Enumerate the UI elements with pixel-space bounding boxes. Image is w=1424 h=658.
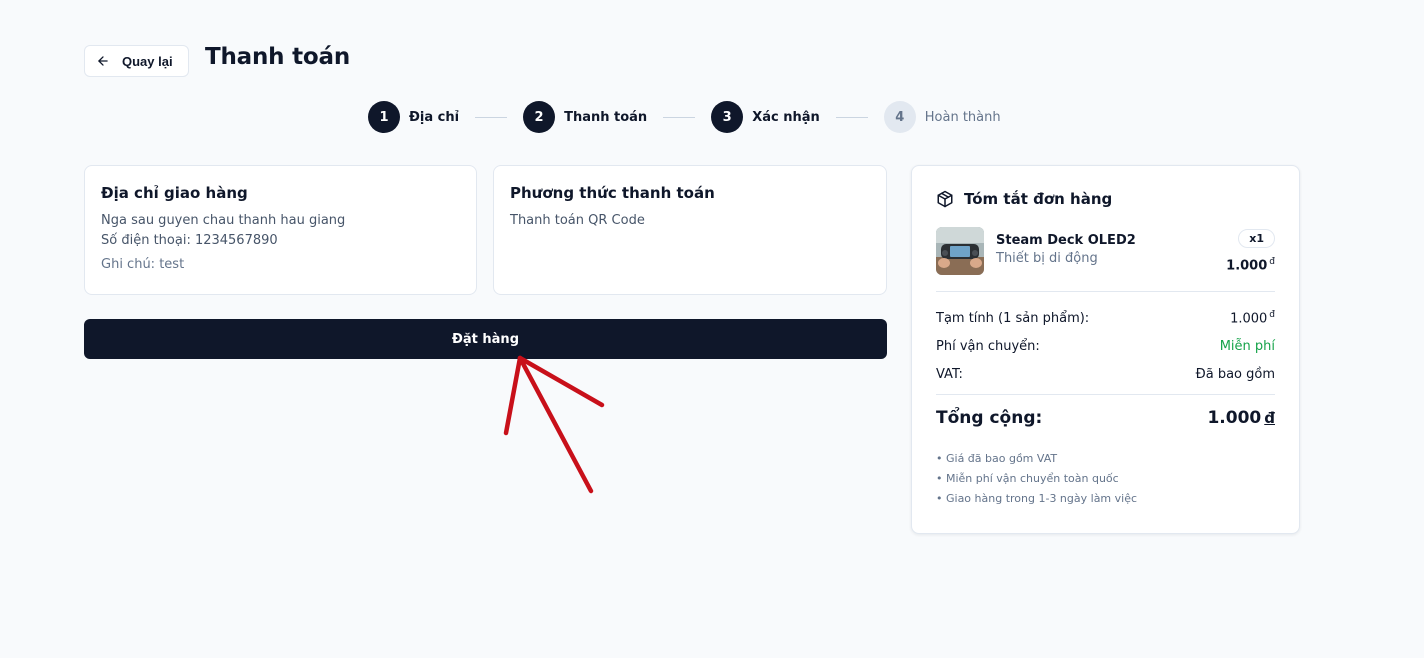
checkout-page: Quay lại Thanh toán 1 Địa chỉ 2 Thanh to… xyxy=(0,0,1424,658)
payment-method-title: Phương thức thanh toán xyxy=(510,184,715,202)
vat-row: VAT: Đã bao gồm xyxy=(936,360,1275,388)
vat-value: Đã bao gồm xyxy=(1195,366,1275,382)
shipping-address-text: Nga sau guyen chau thanh hau giang xyxy=(101,213,346,228)
step-number: 2 xyxy=(523,101,556,133)
divider xyxy=(936,394,1275,395)
step-payment[interactable]: 2 Thanh toán xyxy=(523,101,647,133)
arrow-left-icon xyxy=(98,56,108,66)
note-item: • Giá đã bao gồm VAT xyxy=(936,452,1058,465)
total-row: Tổng cộng: 1.000 đ xyxy=(936,405,1275,431)
subtotal-row: Tạm tính (1 sản phẩm): 1.000 đ xyxy=(936,304,1275,332)
back-button[interactable]: Quay lại xyxy=(84,45,189,77)
payment-method-card: Phương thức thanh toán Thanh toán QR Cod… xyxy=(493,165,887,295)
step-number: 3 xyxy=(711,101,744,133)
payment-method-value: Thanh toán QR Code xyxy=(510,213,645,228)
quantity-badge: x1 xyxy=(1238,229,1275,248)
shipping-label: Phí vận chuyển: xyxy=(936,338,1040,354)
subtotal-value: 1.000 đ xyxy=(1230,309,1275,327)
checkout-stepper: 1 Địa chỉ 2 Thanh toán 3 Xác nhận 4 Hoàn… xyxy=(368,101,1001,133)
shipping-row: Phí vận chuyển: Miễn phí xyxy=(936,332,1275,360)
order-summary-title: Tóm tắt đơn hàng xyxy=(964,190,1113,208)
step-label: Địa chỉ xyxy=(409,109,460,125)
summary-notes: • Giá đã bao gồm VAT • Miễn phí vận chuy… xyxy=(936,449,1275,509)
shipping-note: Ghi chú: test xyxy=(101,257,185,272)
step-number: 1 xyxy=(368,101,400,133)
step-connector xyxy=(475,116,508,118)
step-connector xyxy=(663,116,696,118)
package-icon xyxy=(937,190,953,208)
vat-label: VAT: xyxy=(936,366,963,382)
note-item: • Miễn phí vận chuyển toàn quốc xyxy=(936,472,1119,485)
note-item: • Giao hàng trong 1-3 ngày làm việc xyxy=(936,492,1138,505)
order-summary-card: Tóm tắt đơn hàng Steam Deck OLED2 Thiết … xyxy=(911,165,1300,534)
product-image xyxy=(936,227,984,275)
product-name: Steam Deck OLED2 xyxy=(996,233,1136,248)
back-button-label: Quay lại xyxy=(122,53,173,69)
product-price: 1.000 đ xyxy=(1226,257,1275,274)
step-number: 4 xyxy=(883,101,916,133)
divider xyxy=(936,291,1275,292)
step-address[interactable]: 1 Địa chỉ xyxy=(368,101,459,133)
order-summary-header: Tóm tắt đơn hàng xyxy=(936,190,1275,208)
step-label: Xác nhận xyxy=(752,109,820,125)
total-label: Tổng cộng: xyxy=(936,408,1043,428)
place-order-button[interactable]: Đặt hàng xyxy=(84,319,887,359)
step-label: Hoàn thành xyxy=(924,109,1001,125)
page-title: Thanh toán xyxy=(205,44,351,70)
shipping-address-title: Địa chỉ giao hàng xyxy=(101,184,248,202)
product-category: Thiết bị di động xyxy=(996,251,1098,266)
step-connector xyxy=(835,116,868,118)
shipping-address-card: Địa chỉ giao hàng Nga sau guyen chau tha… xyxy=(84,165,477,295)
subtotal-label: Tạm tính (1 sản phẩm): xyxy=(936,310,1090,326)
step-confirm[interactable]: 3 Xác nhận xyxy=(711,101,820,133)
cart-item: Steam Deck OLED2 Thiết bị di động x1 1.0… xyxy=(936,227,1275,277)
total-value: 1.000 đ xyxy=(1207,408,1275,428)
step-complete[interactable]: 4 Hoàn thành xyxy=(883,101,1001,133)
shipping-value: Miễn phí xyxy=(1219,338,1275,354)
step-label: Thanh toán xyxy=(564,109,648,125)
shipping-phone: Số điện thoại: 1234567890 xyxy=(101,233,278,248)
